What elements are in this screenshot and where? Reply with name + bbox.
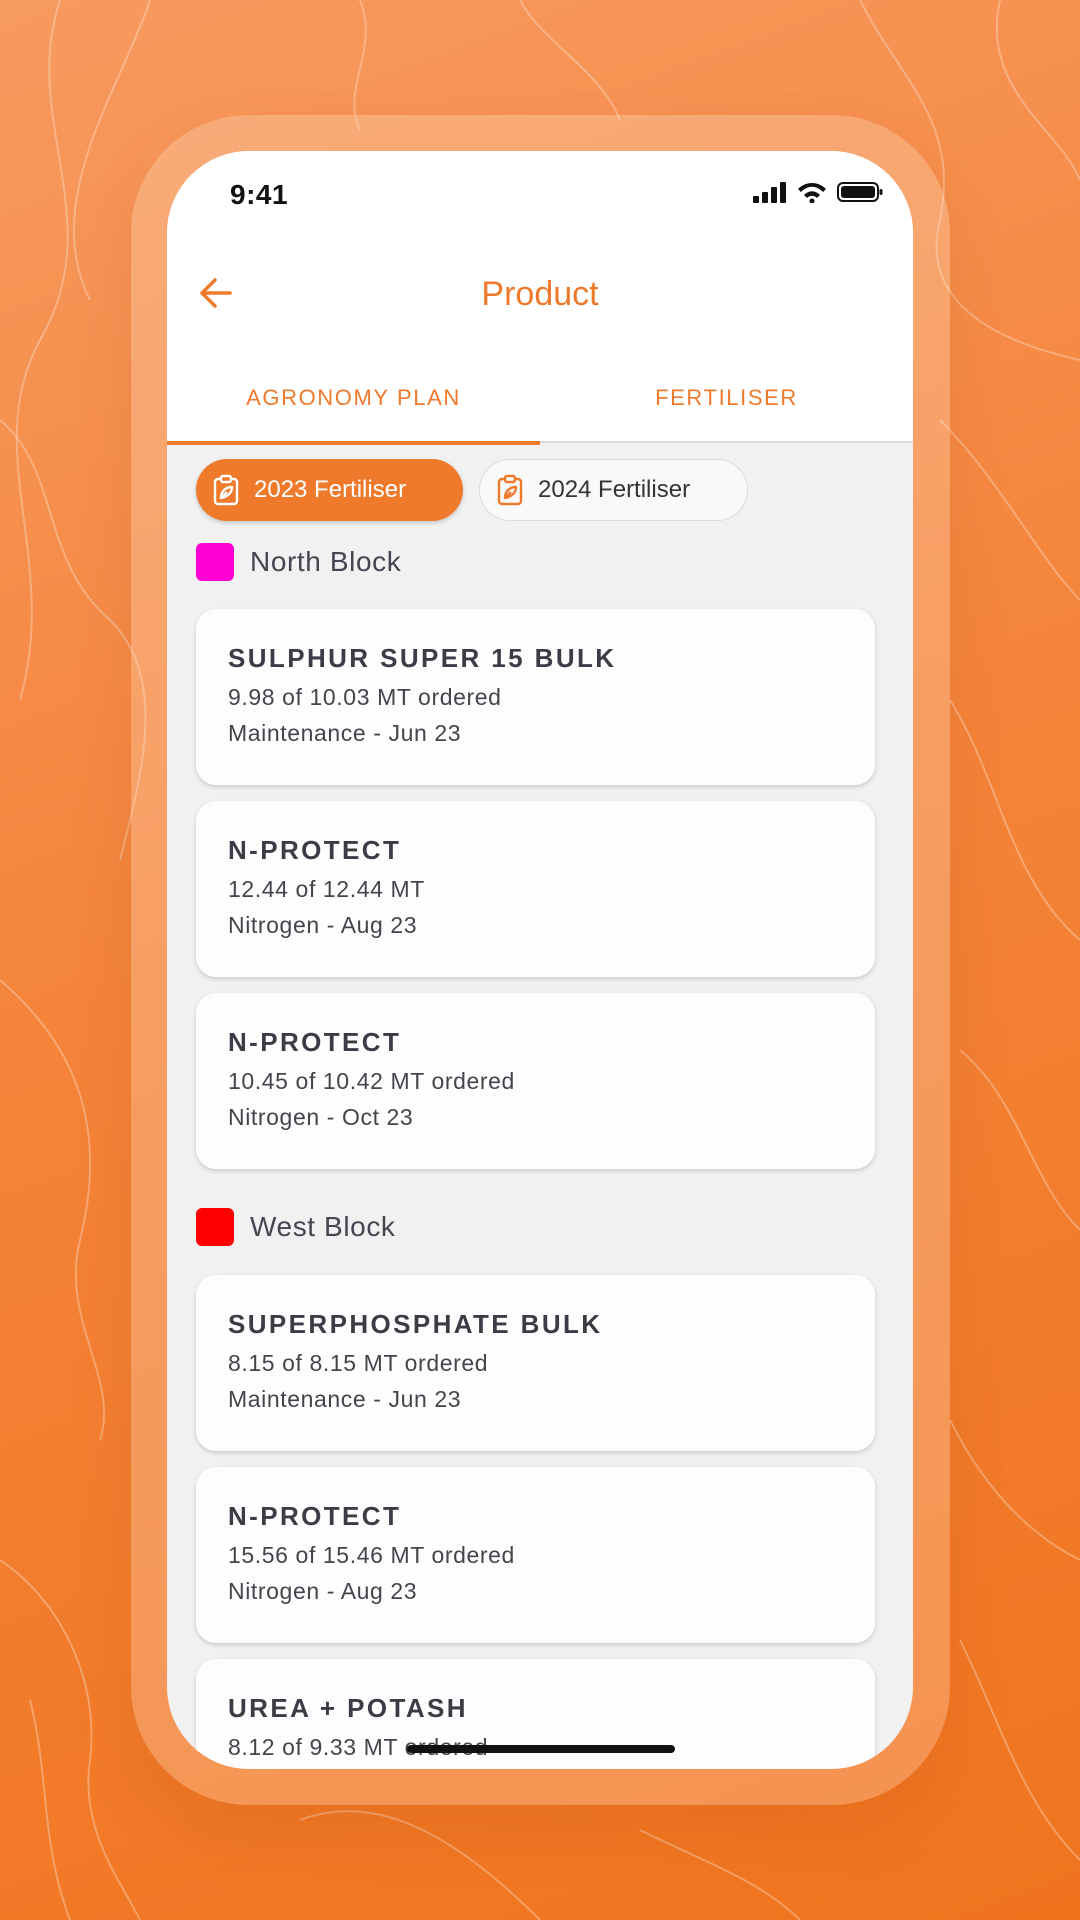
product-quantity: 10.45 of 10.42 MT ordered	[228, 1068, 515, 1094]
status-time: 9:41	[230, 179, 289, 210]
product-schedule: Maintenance - Jun 23	[228, 1386, 462, 1412]
product-quantity: 15.56 of 15.46 MT ordered	[228, 1542, 515, 1568]
wifi-icon	[798, 183, 826, 203]
block-color-swatch	[196, 543, 234, 581]
battery-icon	[837, 182, 883, 202]
product-card[interactable]: SUPERPHOSPHATE BULK 8.15 of 8.15 MT orde…	[196, 1275, 875, 1451]
chip-2023-fertiliser[interactable]: 2023 Fertiliser	[196, 459, 463, 521]
product-name: SULPHUR SUPER 15 BULK	[228, 643, 617, 673]
product-card[interactable]: SULPHUR SUPER 15 BULK 9.98 of 10.03 MT o…	[196, 609, 875, 785]
product-schedule: Nitrogen - Oct 23	[228, 1104, 414, 1130]
product-card[interactable]: N-PROTECT 15.56 of 15.46 MT ordered Nitr…	[196, 1467, 875, 1643]
phone-screen: 9:41 Product AGRONOMY PLAN FERTILISER 20…	[167, 151, 913, 1769]
product-schedule: Maintenance - Jun 23	[228, 720, 462, 746]
block-header-west: West Block	[196, 1208, 396, 1246]
product-name: N-PROTECT	[228, 1501, 402, 1531]
product-schedule: Nitrogen - Aug 23	[228, 912, 418, 938]
product-name: SUPERPHOSPHATE BULK	[228, 1309, 603, 1339]
tab-fertiliser[interactable]: FERTILISER	[540, 353, 913, 443]
product-card[interactable]: N-PROTECT 10.45 of 10.42 MT ordered Nitr…	[196, 993, 875, 1169]
block-name: West Block	[250, 1211, 396, 1242]
product-name: N-PROTECT	[228, 835, 402, 865]
product-name: N-PROTECT	[228, 1027, 402, 1057]
cellular-signal-icon	[753, 182, 786, 203]
tab-agronomy-plan[interactable]: AGRONOMY PLAN	[167, 353, 540, 445]
content-list[interactable]: 2023 Fertiliser 2024 Fertiliser North Bl…	[167, 443, 913, 1769]
clipboard-leaf-icon	[497, 474, 523, 506]
product-quantity: 9.98 of 10.03 MT ordered	[228, 684, 502, 710]
product-card[interactable]: N-PROTECT 12.44 of 12.44 MT Nitrogen - A…	[196, 801, 875, 977]
product-schedule: Nitrogen - Aug 23	[228, 1578, 418, 1604]
page-title: Product	[481, 275, 599, 313]
block-header-north: North Block	[196, 543, 401, 581]
product-quantity: 8.15 of 8.15 MT ordered	[228, 1350, 489, 1376]
app-bar: Product	[167, 241, 913, 353]
filter-chips: 2023 Fertiliser 2024 Fertiliser	[196, 459, 748, 521]
product-name: UREA + POTASH	[228, 1693, 468, 1723]
clipboard-leaf-icon	[213, 474, 239, 506]
status-icons	[753, 181, 883, 203]
chip-label: 2024 Fertiliser	[538, 476, 691, 503]
block-name: North Block	[250, 546, 402, 577]
block-color-swatch	[196, 1208, 234, 1246]
tab-bar: AGRONOMY PLAN FERTILISER	[167, 353, 913, 445]
chip-label: 2023 Fertiliser	[254, 476, 407, 503]
chip-2024-fertiliser[interactable]: 2024 Fertiliser	[479, 459, 748, 521]
status-bar: 9:41	[167, 151, 913, 241]
product-quantity: 12.44 of 12.44 MT	[228, 876, 425, 902]
home-indicator[interactable]	[407, 1745, 675, 1753]
